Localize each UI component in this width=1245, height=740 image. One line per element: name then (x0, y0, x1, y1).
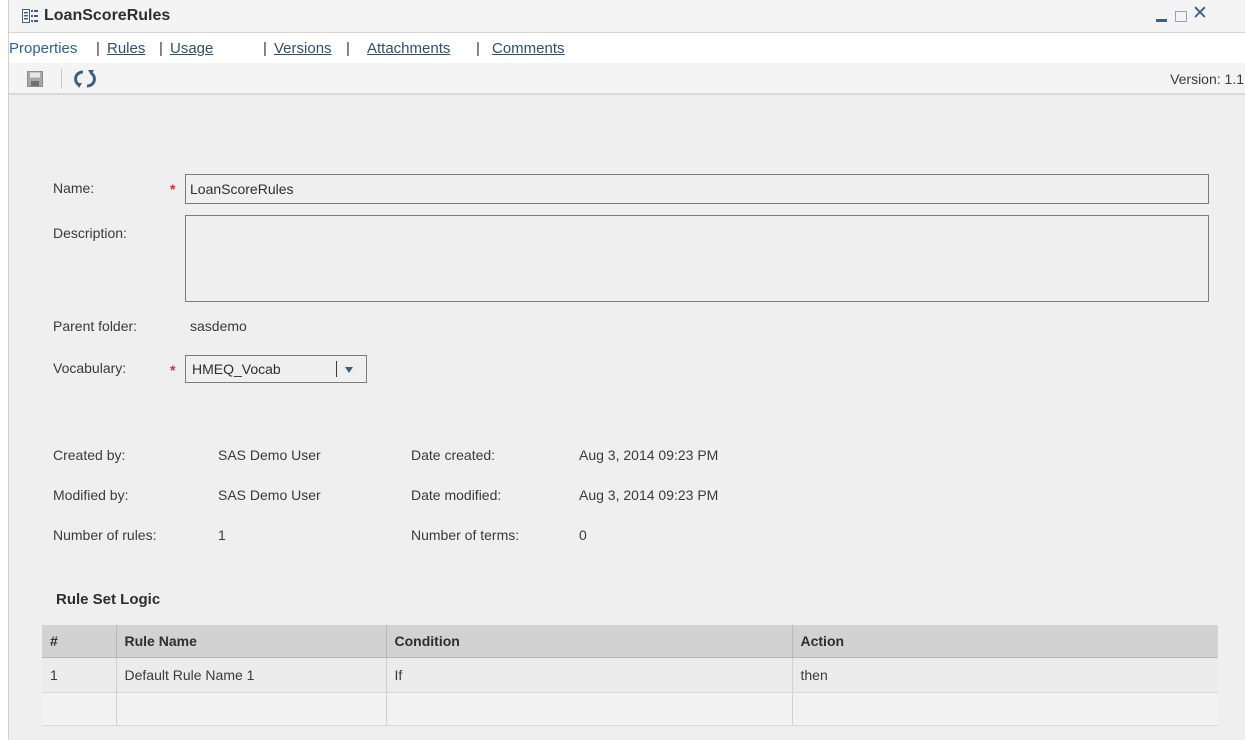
date-modified-label: Date modified: (411, 487, 502, 503)
description-input[interactable] (185, 215, 1209, 302)
rule-set-window: LoanScoreRules ✕ Properties | Rules | Us… (8, 0, 1245, 740)
tab-separator: | (476, 40, 480, 57)
rule-set-logic-heading: Rule Set Logic (56, 591, 161, 608)
column-header-number[interactable]: # (42, 625, 117, 658)
vocabulary-select[interactable]: HMEQ_Vocab (185, 355, 367, 383)
tab-comments[interactable]: Comments (492, 40, 565, 57)
rule-condition-cell[interactable]: If (386, 657, 793, 693)
number-of-rules-label: Number of rules: (53, 527, 157, 543)
created-by-label: Created by: (53, 447, 126, 463)
toolbar-separator (61, 69, 62, 89)
tab-separator: | (159, 40, 163, 57)
tab-rules[interactable]: Rules (107, 40, 145, 57)
created-by-value: SAS Demo User (218, 447, 321, 463)
rule-action-cell[interactable]: then (792, 657, 1218, 693)
name-input[interactable] (185, 174, 1209, 204)
table-header-row: # Rule Name Condition Action (42, 625, 1218, 658)
modified-by-value: SAS Demo User (218, 487, 321, 503)
vocabulary-selected-value: HMEQ_Vocab (192, 361, 281, 377)
rule-number-cell[interactable]: 1 (42, 657, 117, 693)
column-header-rule-name[interactable]: Rule Name (116, 625, 387, 658)
column-header-action[interactable]: Action (792, 625, 1218, 658)
empty-cell (386, 692, 793, 726)
refresh-icon[interactable] (74, 69, 96, 89)
tab-separator: | (263, 40, 267, 57)
title-bar: LoanScoreRules ✕ (9, 0, 1245, 33)
vocabulary-label: Vocabulary: (53, 360, 127, 376)
empty-cell (792, 692, 1218, 726)
chevron-down-icon[interactable] (345, 367, 353, 373)
close-icon[interactable]: ✕ (1192, 3, 1208, 25)
select-divider (336, 361, 337, 377)
number-of-terms-value: 0 (579, 527, 587, 543)
parent-folder-value: sasdemo (190, 318, 247, 334)
tab-separator: | (96, 40, 100, 57)
minimize-icon[interactable] (1156, 9, 1168, 23)
name-label: Name: (53, 180, 95, 196)
save-icon[interactable] (27, 71, 43, 87)
date-created-label: Date created: (411, 447, 496, 463)
tab-attachments[interactable]: Attachments (367, 40, 450, 57)
rule-set-icon (22, 9, 38, 23)
rule-set-table: # Rule Name Condition Action 1 Default R… (42, 625, 1218, 726)
number-of-terms-label: Number of terms: (411, 527, 520, 543)
date-modified-value: Aug 3, 2014 09:23 PM (579, 487, 719, 503)
description-label: Description: (53, 225, 127, 241)
tab-separator: | (346, 40, 350, 57)
date-created-value: Aug 3, 2014 09:23 PM (579, 447, 719, 463)
tab-bar: Properties | Rules | Usage | Versions | … (9, 33, 1245, 63)
empty-cell (116, 692, 387, 726)
required-marker: * (170, 181, 176, 197)
rule-name-cell[interactable]: Default Rule Name 1 (116, 657, 387, 693)
tab-usage[interactable]: Usage (170, 40, 213, 57)
tab-versions[interactable]: Versions (274, 40, 332, 57)
table-row-empty (42, 692, 1218, 726)
toolbar: Version: 1.1 (9, 63, 1245, 95)
empty-cell (42, 692, 117, 726)
modified-by-label: Modified by: (53, 487, 129, 503)
window-title: LoanScoreRules (44, 7, 171, 24)
required-marker: * (170, 362, 176, 378)
table-row[interactable]: 1 Default Rule Name 1 If then (42, 657, 1218, 693)
tab-properties[interactable]: Properties (9, 40, 77, 57)
column-header-condition[interactable]: Condition (386, 625, 793, 658)
maximize-icon[interactable] (1175, 11, 1187, 22)
parent-folder-label: Parent folder: (53, 318, 138, 334)
number-of-rules-value: 1 (218, 527, 226, 543)
version-label: Version: 1.1 (1170, 71, 1244, 87)
